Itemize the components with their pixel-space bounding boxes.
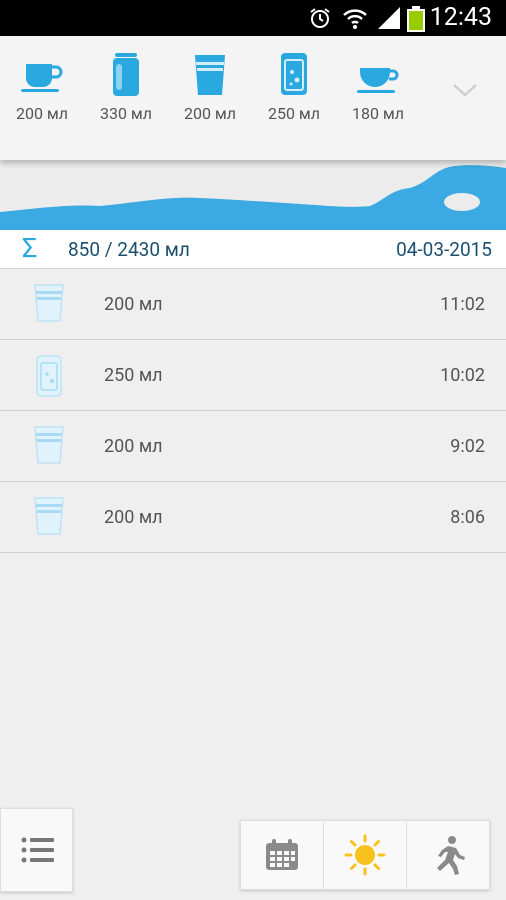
entry-volume: 200 мл [104, 436, 163, 457]
entry-volume: 250 мл [104, 365, 163, 386]
cup-icon [21, 64, 63, 92]
calendar-button[interactable] [241, 821, 323, 889]
glass-icon [34, 497, 64, 535]
entry-volume: 200 мл [104, 294, 163, 315]
entry-time: 11:02 [440, 294, 485, 315]
can-icon [113, 53, 139, 96]
clock: 12:43 [429, 3, 492, 32]
signal-icon [378, 7, 400, 29]
list-item[interactable]: 200 мл 8:06 [0, 482, 506, 553]
list-item[interactable]: 200 мл 9:02 [0, 411, 506, 482]
wifi-icon [343, 9, 367, 29]
drink-option-cup[interactable]: 200 мл [0, 50, 84, 123]
list-menu-icon [21, 837, 54, 863]
drink-option-glass[interactable]: 200 мл [168, 50, 252, 123]
water-level-indicator [0, 160, 506, 230]
teacup-icon [357, 68, 399, 93]
soda-glass-icon [36, 355, 62, 397]
entry-volume: 200 мл [104, 507, 163, 528]
list-item[interactable]: 200 мл 11:02 [0, 269, 506, 340]
drink-option-can[interactable]: 330 мл [84, 50, 168, 123]
menu-button[interactable] [0, 808, 73, 892]
entry-time: 8:06 [450, 507, 485, 528]
daily-total: 850 / 2430 мл [68, 238, 190, 261]
drink-selector: 200 мл 330 мл 200 мл 250 мл 180 мл [0, 36, 506, 160]
running-person-icon [437, 836, 465, 875]
sigma-icon: Σ [22, 232, 38, 264]
chevron-down-icon[interactable] [452, 82, 478, 98]
intake-list: 200 мл 11:02 250 мл 10:02 200 мл 9:02 20… [0, 269, 506, 553]
sun-icon [344, 834, 386, 876]
glass-icon [195, 55, 225, 95]
drink-option-teacup[interactable]: 180 мл [336, 50, 420, 123]
glass-icon [34, 426, 64, 464]
calendar-icon [266, 839, 298, 870]
water-wave [0, 165, 506, 230]
bottom-toolbar [240, 820, 490, 890]
activity-button[interactable] [406, 821, 489, 889]
status-bar: 12:43 [0, 0, 506, 36]
drink-option-soda-glass[interactable]: 250 мл [252, 50, 336, 123]
glass-icon [34, 284, 64, 322]
weather-button[interactable] [323, 821, 406, 889]
soda-glass-icon [281, 53, 307, 95]
current-date[interactable]: 04-03-2015 [396, 238, 492, 261]
alarm-icon [310, 8, 330, 28]
entry-time: 10:02 [440, 365, 485, 386]
entry-time: 9:02 [450, 436, 485, 457]
daily-summary: Σ 850 / 2430 мл 04-03-2015 [0, 230, 506, 269]
battery-icon [407, 6, 425, 32]
list-item[interactable]: 250 мл 10:02 [0, 340, 506, 411]
